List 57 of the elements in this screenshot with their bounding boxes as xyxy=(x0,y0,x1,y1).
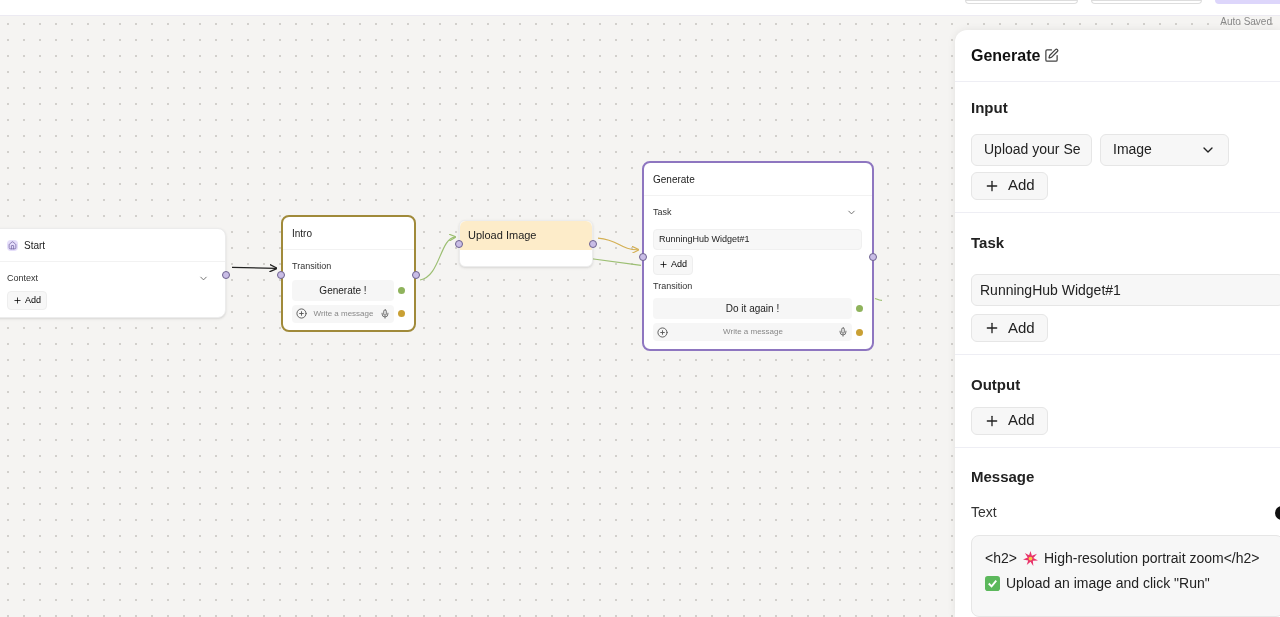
burst-icon xyxy=(1022,551,1038,566)
edit-icon[interactable] xyxy=(1044,48,1060,63)
add-button[interactable]: Add xyxy=(971,406,1048,435)
section-heading: Message xyxy=(971,466,1036,487)
plus-icon xyxy=(984,320,1000,336)
port-handle[interactable] xyxy=(869,253,877,261)
port-handle[interactable] xyxy=(589,240,597,248)
transition-button[interactable]: Do it again ! xyxy=(653,298,852,319)
node-title: Start xyxy=(24,238,46,253)
plus-icon xyxy=(659,260,668,270)
port-handle[interactable] xyxy=(222,271,230,279)
edge-line xyxy=(231,263,278,273)
task-field[interactable]: RunningHub Widget#1 xyxy=(971,274,1280,306)
message-text: Upload an image and click "Run" xyxy=(1006,574,1210,593)
message-field[interactable]: Write a message xyxy=(653,323,852,341)
message-placeholder: Write a message xyxy=(722,326,784,338)
checkmark-icon xyxy=(985,576,1000,591)
port-handle[interactable] xyxy=(277,271,285,279)
port-handle[interactable] xyxy=(455,240,463,248)
add-icon[interactable] xyxy=(296,308,307,319)
generate-node[interactable]: Generate Task RunningHub Widget#1 Add Transition Do it again ! Write a message xyxy=(642,161,874,351)
edge-line xyxy=(597,237,640,254)
node-title: Upload Image xyxy=(468,228,537,244)
edge-line xyxy=(874,297,883,301)
add-button[interactable]: Add xyxy=(971,314,1048,342)
section-heading: Input xyxy=(971,98,1009,118)
plus-icon xyxy=(13,295,22,305)
home-icon xyxy=(7,239,18,251)
edge-line xyxy=(419,234,457,281)
microphone-icon[interactable] xyxy=(380,308,390,319)
type-select[interactable]: Image xyxy=(1100,133,1229,166)
section-heading: Output xyxy=(971,375,1022,395)
section-label: Context xyxy=(7,272,39,285)
add-button[interactable]: Add xyxy=(653,255,693,275)
port-handle[interactable] xyxy=(639,253,647,261)
node-title: Intro xyxy=(292,226,312,241)
microphone-icon[interactable] xyxy=(838,327,848,337)
add-button[interactable]: Add xyxy=(7,290,47,310)
section-label: Transition xyxy=(653,279,694,293)
message-placeholder: Write a message xyxy=(312,307,375,320)
input-name-field[interactable]: Upload your Se xyxy=(971,133,1092,166)
section-label: Task xyxy=(653,206,672,219)
autosave-status: Auto Saved xyxy=(1220,16,1272,28)
message-text: High-resolution portrait zoom</h2> xyxy=(1043,549,1260,568)
field-label: Text xyxy=(971,503,997,522)
port-handle[interactable] xyxy=(412,271,420,279)
add-button[interactable]: Add xyxy=(971,171,1048,200)
section-heading: Task xyxy=(971,232,1006,253)
message-field[interactable]: Write a message xyxy=(292,304,394,323)
task-item[interactable]: RunningHub Widget#1 xyxy=(653,228,862,250)
panel-title: Generate xyxy=(971,45,1041,66)
section-label: Transition xyxy=(292,260,333,273)
transition-button[interactable]: Generate ! xyxy=(292,279,394,301)
node-title: Generate xyxy=(653,172,695,187)
message-text: <h2> xyxy=(985,549,1017,568)
message-text-area[interactable]: <h2> High-resolution portrait zoom</h2> Upload an image and click "Run" xyxy=(971,535,1280,617)
add-icon[interactable] xyxy=(657,326,668,338)
